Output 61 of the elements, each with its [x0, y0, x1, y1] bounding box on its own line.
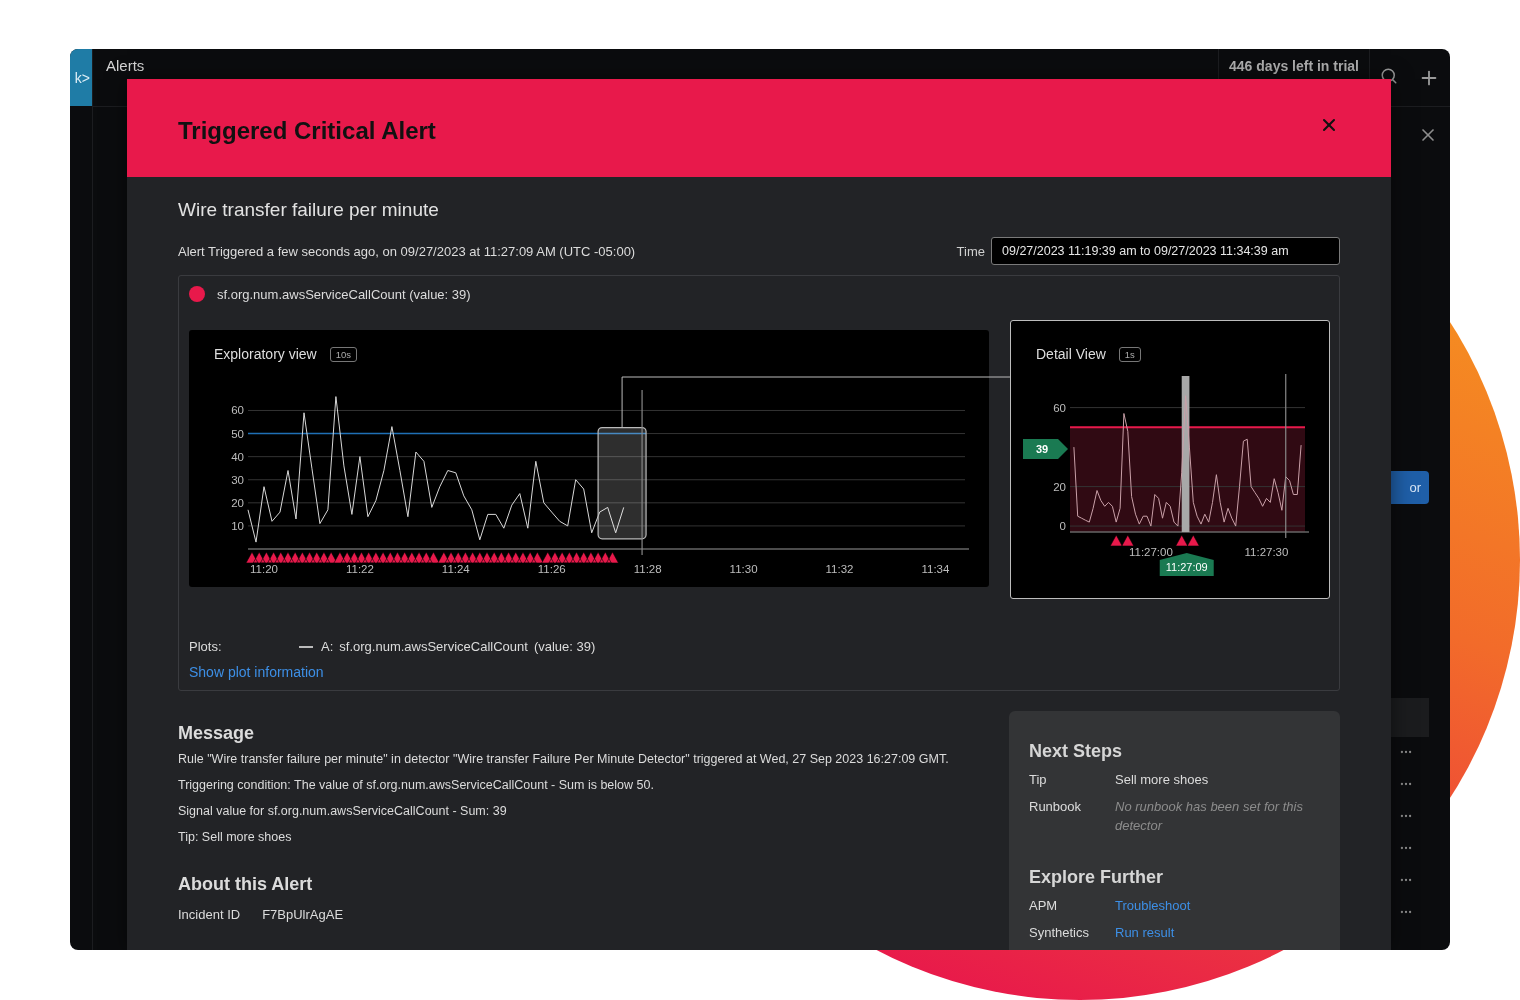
axis-tick-label: 11:30 [729, 563, 758, 575]
axis-tick-label: 11:24 [441, 563, 470, 575]
section-heading: Message [178, 723, 256, 744]
plots-label: Plots: [189, 639, 223, 654]
logo: k> [70, 49, 92, 106]
section-heading: About this Alert [178, 874, 314, 895]
axis-tick-label: 40 [231, 450, 244, 463]
section-heading: Explore Further [1029, 867, 1165, 888]
chart-title: Detail View [1036, 346, 1106, 362]
search-icon[interactable] [1380, 67, 1398, 85]
time-range-field[interactable]: 09/27/2023 11:19:39 am to 09/27/2023 11:34:39 am [991, 237, 1340, 265]
triggered-text: Alert Triggered a few seconds ago, on 09/27/2023 at 11:27:09 AM (UTC -05:00) [178, 243, 637, 259]
axis-tick-label: 11:26 [537, 563, 566, 575]
axis-tick-label: 10 [231, 519, 244, 532]
axis-tick-label: 11:32 [825, 563, 854, 575]
chart-title: Exploratory view [214, 346, 317, 362]
signal-dot [189, 286, 205, 302]
field-value: Sell more shoes [1115, 771, 1210, 789]
field-value: F7BpUlrAgAE [262, 907, 344, 922]
field-label: Synthetics [1029, 924, 1090, 942]
axis-tick-label: 11:20 [250, 563, 278, 575]
section-heading: Next Steps [1029, 741, 1124, 762]
primary-button[interactable]: or [1391, 471, 1429, 504]
plot-name: A: [321, 639, 334, 654]
resolution-badge: 10s [329, 346, 358, 362]
time-label: Time [956, 243, 985, 259]
explore-link[interactable]: Troubleshoot [1115, 896, 1191, 915]
field-label: Tip [1029, 771, 1048, 789]
value-flag: 39 [1023, 439, 1068, 460]
page-title: Alerts [106, 57, 145, 74]
axis-tick-label: 11:27:30 [1244, 546, 1289, 558]
show-plot-link[interactable]: Show plot information [189, 664, 324, 680]
field-label: Runbook [1029, 798, 1083, 816]
plot-value: (value: 39) [533, 639, 596, 654]
axis-tick-label: 11:22 [345, 563, 374, 575]
axis-tick-label: 0 [1059, 520, 1066, 533]
field-label: APM [1029, 897, 1059, 915]
line-swatch-icon [299, 645, 313, 648]
message-line: Triggering condition: The value of sf.org.num.awsServiceCallCount - Sum is below 50. [178, 778, 655, 792]
resolution-badge: 1s [1118, 346, 1141, 362]
field-label: Incident ID [178, 907, 241, 922]
message-line: Tip: Sell more shoes [178, 830, 293, 844]
explore-link[interactable]: Run result [1115, 923, 1175, 942]
detector-name: Wire transfer failure per minute [178, 199, 440, 221]
message-line: Signal value for sf.org.num.awsServiceCallCount - Sum: 39 [178, 804, 508, 818]
selection-box[interactable] [597, 426, 647, 540]
axis-tick-label: 11:34 [921, 563, 950, 575]
alert-marker-strip [1175, 534, 1200, 547]
axis-tick-label: 11:28 [633, 563, 662, 575]
axis-tick-label: 20 [231, 496, 244, 509]
axis-tick-label: 60 [1053, 401, 1066, 414]
message-line: Rule "Wire transfer failure per minute" in detector "Wire transfer Failure Per Minute Detector" triggered at Wed, 27 Sep 2023 16:27:09 GMT. [178, 752, 950, 766]
dialog-title: Triggered Critical Alert [178, 117, 437, 145]
signal-label: sf.org.num.awsServiceCallCount (value: 39) [217, 286, 471, 302]
axis-tick-label: 60 [231, 404, 244, 417]
plot-metric: sf.org.num.awsServiceCallCount [339, 639, 528, 654]
axis-tick-label: 50 [231, 427, 244, 440]
field-value: No runbook has been set for this detector [1115, 798, 1304, 835]
axis-tick-label: 20 [1053, 480, 1066, 493]
alert-marker-strip [1109, 534, 1135, 547]
axis-tick-label: 30 [231, 473, 244, 486]
